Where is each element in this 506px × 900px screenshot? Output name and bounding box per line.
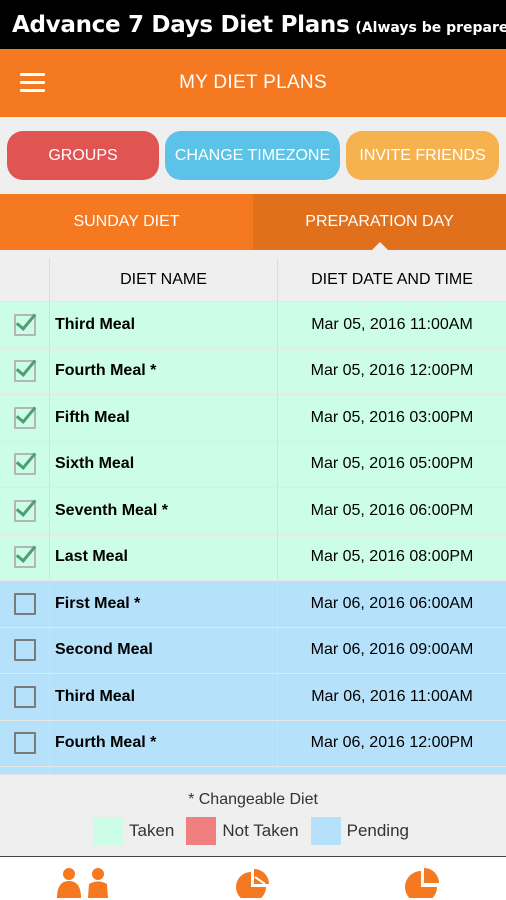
- app-subtitle: (Always be prepared): [355, 20, 506, 36]
- diet-name-cell: Sixth Meal: [50, 441, 278, 487]
- check-cell: [0, 581, 50, 627]
- invite-friends-button[interactable]: INVITE FRIENDS: [346, 131, 499, 180]
- diet-date-cell: Mar 05, 2016 12:00PM: [310, 362, 474, 380]
- tab-preparation-day[interactable]: PREPARATION DAY: [253, 194, 506, 251]
- checked-checkbox[interactable]: [13, 308, 36, 336]
- toolbar-title: MY DIET PLANS: [179, 72, 327, 93]
- diet-name-cell: Seventh Meal *: [50, 488, 278, 534]
- diet-date-cell: Mar 06, 2016 06:00AM: [310, 594, 474, 612]
- table-row: Sixth Meal Mar 05, 2016 05:00PM: [0, 441, 506, 488]
- day-tabs: SUNDAY DIET PREPARATION DAY: [0, 194, 506, 251]
- bottom-nav: [0, 856, 506, 900]
- checkmark-icon: [15, 494, 36, 517]
- changeable-diet-note: * Changeable Diet: [188, 791, 318, 808]
- table-row: First Meal * Mar 06, 2016 06:00AM: [0, 581, 506, 628]
- diet-date-cell: [278, 767, 506, 774]
- diet-name-cell: Fourth Meal *: [50, 720, 278, 766]
- legend-label: Not Taken: [222, 821, 299, 840]
- diet-date-cell: Mar 05, 2016 08:00PM: [310, 548, 474, 566]
- pie-chart-icon[interactable]: [234, 868, 272, 900]
- unchecked-checkbox[interactable]: [13, 639, 36, 662]
- table-row: Second Meal Mar 06, 2016 09:00AM: [0, 627, 506, 674]
- check-cell: [0, 302, 50, 348]
- hamburger-menu-icon[interactable]: [20, 73, 45, 93]
- diet-date-cell: Mar 05, 2016 11:00AM: [311, 315, 473, 333]
- diet-table: DIET NAME DIET DATE AND TIME Third Meal M…: [0, 258, 506, 774]
- table-row: Seventh Meal * Mar 05, 2016 06:00PM: [0, 488, 506, 535]
- diet-name-cell: Third Meal: [50, 674, 278, 720]
- unchecked-checkbox[interactable]: [13, 685, 36, 708]
- check-cell: [0, 441, 50, 487]
- legend-label: Taken: [129, 821, 175, 840]
- diet-date-cell: Mar 05, 2016 05:00PM: [310, 455, 474, 473]
- table-header: DIET NAME DIET DATE AND TIME: [0, 258, 506, 302]
- checked-checkbox[interactable]: [13, 448, 36, 476]
- legend-pending: Pending: [310, 817, 413, 845]
- table-row: Fifth Meal Mar 05, 2016 03:00PM: [0, 395, 506, 442]
- legend-swatch-taken: [93, 817, 123, 845]
- selected-tab-indicator: [370, 242, 389, 251]
- change-timezone-button[interactable]: CHANGE TIMEZONE: [165, 131, 340, 180]
- tab-sunday-diet[interactable]: SUNDAY DIET: [0, 194, 253, 250]
- check-cell: [0, 348, 50, 394]
- unchecked-checkbox[interactable]: [13, 732, 36, 755]
- diet-name-cell: Fourth Meal *: [50, 348, 278, 394]
- check-cell: [0, 720, 50, 766]
- checkmark-icon: [15, 448, 36, 471]
- diet-name-cell: Third Meal: [50, 302, 278, 348]
- people-icon[interactable]: [56, 868, 112, 900]
- legend: Taken Not Taken Pending: [0, 817, 506, 845]
- pie-chart-icon[interactable]: [402, 868, 440, 900]
- table-row: Fourth Meal * Mar 06, 2016 12:00PM: [0, 720, 506, 767]
- diet-name-cell: Fifth Meal: [50, 395, 278, 441]
- table-row: Third Meal Mar 06, 2016 11:00AM: [0, 674, 506, 721]
- diet-date-cell: Mar 05, 2016 03:00PM: [310, 408, 474, 426]
- check-cell: [0, 767, 50, 774]
- diet-date-cell: Mar 06, 2016 12:00PM: [310, 734, 474, 752]
- check-cell: [0, 674, 50, 720]
- checked-checkbox[interactable]: [13, 494, 36, 522]
- diet-date-cell: Mar 06, 2016 09:00AM: [310, 641, 474, 659]
- diet-date-cell: Mar 05, 2016 06:00PM: [310, 501, 474, 519]
- table-body: Third Meal Mar 05, 2016 11:00AM Fourth Mea…: [0, 302, 506, 774]
- diet-name-cell: [50, 767, 278, 774]
- legend-label: Pending: [346, 821, 409, 840]
- legend-taken: Taken: [93, 817, 178, 845]
- header-diet-date: DIET DATE AND TIME: [311, 270, 473, 288]
- legend-swatch-pending: [310, 817, 341, 845]
- table-row: Fourth Meal * Mar 05, 2016 12:00PM: [0, 348, 506, 395]
- diet-date-cell: Mar 06, 2016 11:00AM: [311, 687, 473, 705]
- tab-label: PREPARATION DAY: [305, 213, 454, 230]
- checked-checkbox[interactable]: [13, 541, 36, 569]
- checkmark-icon: [15, 401, 36, 424]
- diet-name-cell: First Meal *: [50, 581, 278, 627]
- check-cell: [0, 395, 50, 441]
- diet-name-cell: Second Meal: [50, 627, 278, 673]
- checkmark-icon: [15, 355, 36, 378]
- table-row: Third Meal Mar 05, 2016 11:00AM: [0, 302, 506, 349]
- header-check-column: [0, 258, 50, 301]
- checked-checkbox[interactable]: [13, 355, 36, 383]
- unchecked-checkbox[interactable]: [13, 592, 36, 615]
- app-title: Advance 7 Days Diet Plans: [12, 12, 350, 38]
- tab-label: SUNDAY DIET: [73, 213, 180, 230]
- spacer: [0, 250, 506, 258]
- checkmark-icon: [15, 308, 36, 331]
- check-cell: [0, 534, 50, 580]
- check-cell: [0, 488, 50, 534]
- toolbar: MY DIET PLANS: [0, 49, 506, 117]
- header-diet-name: DIET NAME: [50, 258, 278, 301]
- action-buttons: GROUPS CHANGE TIMEZONE INVITE FRIENDS: [0, 117, 506, 194]
- checkmark-icon: [15, 541, 36, 564]
- checked-checkbox[interactable]: [13, 401, 36, 429]
- groups-button[interactable]: GROUPS: [7, 131, 159, 180]
- diet-name-cell: Last Meal: [50, 534, 278, 580]
- app-title-bar: Advance 7 Days Diet Plans (Always be pre…: [0, 0, 506, 49]
- table-row: [0, 767, 506, 774]
- table-row: Last Meal Mar 05, 2016 08:00PM: [0, 534, 506, 581]
- legend-swatch-not-taken: [186, 817, 217, 845]
- legend-footer: * Changeable Diet Taken Not Taken Pendin…: [0, 774, 506, 856]
- legend-not-taken: Not Taken: [186, 817, 302, 845]
- check-cell: [0, 627, 50, 673]
